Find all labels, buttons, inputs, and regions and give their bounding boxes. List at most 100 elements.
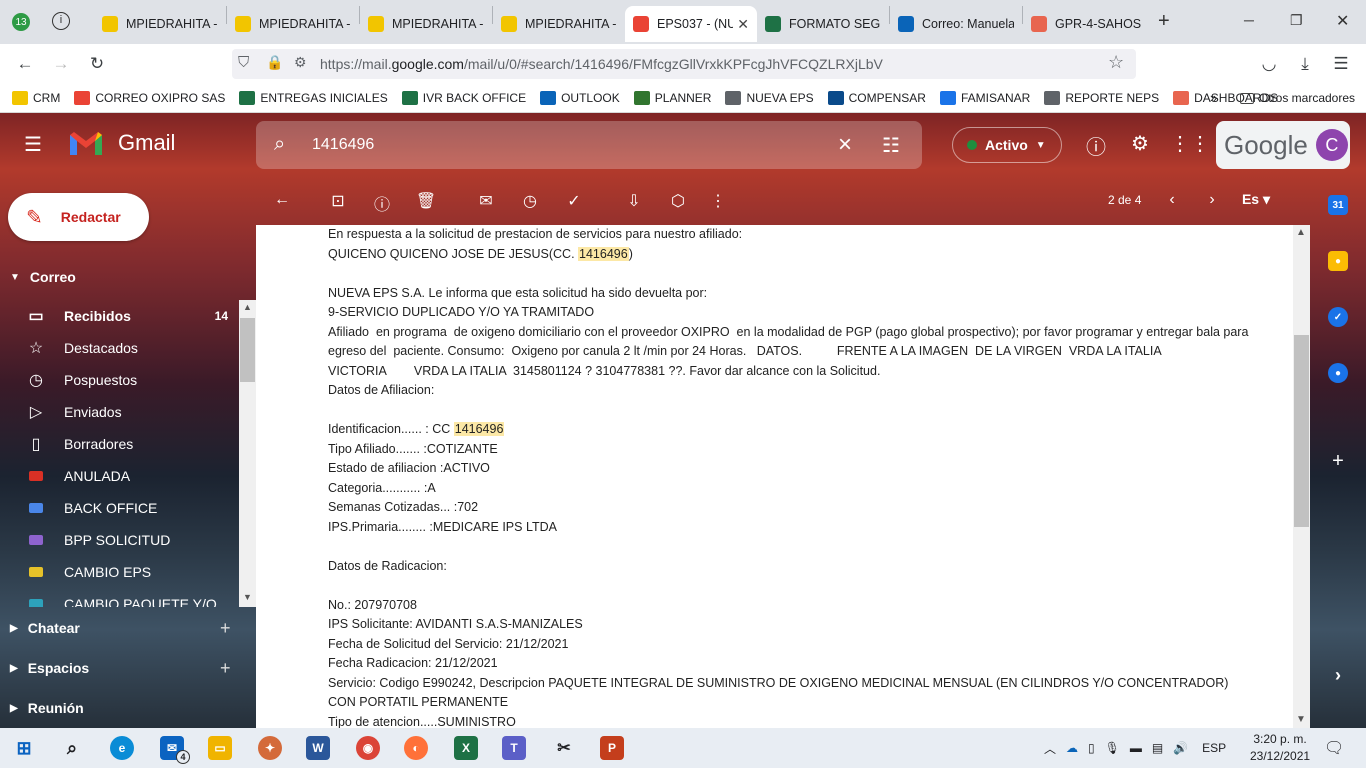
browser-tab[interactable]: GPR-4-SAHOS [1023,6,1155,42]
other-bookmarks[interactable]: Otros marcadores [1240,91,1355,105]
snooze-icon[interactable]: ◷ [518,191,542,211]
word-icon[interactable]: W [306,736,330,760]
file-explorer-icon[interactable]: ▭ [208,736,232,760]
bookmark-item[interactable]: IVR BACK OFFICE [401,91,526,105]
nav-item[interactable]: ▭ Recibidos 14 [0,300,240,332]
teams-icon[interactable]: T [502,736,526,760]
close-window-button[interactable]: ✕ [1336,11,1349,31]
status-selector[interactable]: Activo ▼ [952,127,1062,163]
bookmark-item[interactable]: COMPENSAR [827,91,926,105]
new-tab-button[interactable]: + [1158,10,1170,33]
search-input[interactable] [312,136,812,154]
bookmark-star-icon[interactable]: ☆ [1108,52,1124,73]
section-mail[interactable]: ▼ Correo [10,269,76,285]
newer-icon[interactable]: ‹ [1160,191,1184,209]
clear-search-icon[interactable]: × [838,131,852,159]
older-icon[interactable]: › [1200,191,1224,209]
search-icon[interactable]: ⌕ [274,133,285,156]
bookmark-item[interactable]: ENTREGAS INICIALES [239,91,388,105]
microphone-icon[interactable]: 🎙 [1105,741,1120,755]
clock[interactable]: 3:20 p. m. 23/12/2021 [1250,731,1310,765]
label-item[interactable]: BACK OFFICE [0,492,240,524]
browser-tab[interactable]: MPIEDRAHITA - [94,6,226,42]
language-indicator[interactable]: ESP [1202,741,1226,755]
help-icon[interactable]: ⓘ [1082,131,1110,160]
delete-icon[interactable]: 🗑 [414,191,438,211]
account-switcher[interactable]: Google C [1216,121,1350,169]
calendar-icon[interactable]: 31 [1328,195,1348,215]
url-text[interactable]: https://mail.google.com/mail/u/0/#search… [320,56,883,72]
browser-tab[interactable]: MPIEDRAHITA - [227,6,359,42]
close-tab-icon[interactable]: ✕ [737,16,749,33]
avatar[interactable]: C [1315,129,1348,161]
bookmark-item[interactable]: OUTLOOK [540,91,620,105]
forward-button[interactable]: → [46,44,76,84]
pocket-icon[interactable]: ◡ [1254,44,1284,84]
volume-icon[interactable]: 🔊 [1173,741,1188,755]
back-button[interactable]: ← [10,44,40,84]
edge-icon[interactable]: e [110,736,134,760]
bookmark-item[interactable]: FAMISANAR [939,91,1030,105]
add-chat-icon[interactable]: + [220,618,231,639]
compose-button[interactable]: ✎ Redactar [8,193,149,241]
app-icon[interactable]: ✦ [258,736,282,760]
label-item[interactable]: ANULADA [0,460,240,492]
label-item[interactable]: CAMBIO EPS [0,556,240,588]
browser-tab[interactable]: EPS037 - (NUE✕ [625,6,757,42]
profile-badge[interactable]: 13 [12,13,30,31]
bookmark-item[interactable]: REPORTE NEPS [1044,91,1159,105]
firefox-icon[interactable]: ◐ [404,736,428,760]
show-side-panel-icon[interactable]: › [1328,665,1348,685]
archive-icon[interactable]: ⊡ [326,191,350,211]
browser-tab[interactable]: Correo: Manuela [890,6,1022,42]
keep-icon[interactable]: ● [1328,251,1348,271]
windows-start-icon[interactable]: ⊞ [12,736,36,760]
menu-icon[interactable]: ☰ [1326,44,1356,84]
section-chat[interactable]: ▶ Chatear + [10,618,231,638]
mail-icon[interactable]: ✉ 4 [160,736,190,764]
search-box[interactable]: ⌕ × ☷ [256,121,922,169]
nav-item[interactable]: ◷ Pospuestos [0,364,240,396]
add-task-icon[interactable]: ✓ [562,191,586,211]
move-to-icon[interactable]: ⇩ [622,191,646,211]
tasks-icon[interactable]: ✓ [1328,307,1348,327]
input-tools-button[interactable]: Es ▾ [1236,191,1276,208]
apps-grid-icon[interactable]: ⋮⋮ [1170,131,1210,156]
notifications-icon[interactable]: 🗨 [1324,738,1344,758]
reload-button[interactable]: ↻ [82,44,112,84]
chrome-icon[interactable]: ◉ [356,736,380,760]
onedrive-icon[interactable]: ☁ [1066,741,1078,755]
snipping-tool-icon[interactable]: ✂ [552,736,576,760]
nav-item[interactable]: ☆ Destacados [0,332,240,364]
lock-icon[interactable]: 🔒 [266,54,283,71]
powerpoint-icon[interactable]: P [600,736,624,760]
mark-unread-icon[interactable]: ✉ [474,191,498,211]
network-icon[interactable]: ▤ [1152,741,1163,755]
power-icon[interactable]: ▬ [1130,741,1142,755]
get-addons-icon[interactable]: + [1328,450,1348,472]
chevron-up-icon[interactable]: ︿ [1044,740,1056,757]
more-bookmarks-icon[interactable]: » [1210,90,1217,105]
settings-gear-icon[interactable]: ⚙ [1126,131,1154,156]
main-menu-icon[interactable]: ☰ [24,133,48,157]
contacts-icon[interactable]: ● [1328,363,1348,383]
label-item[interactable]: BPP SOLICITUD [0,524,240,556]
section-meet[interactable]: ▶ Reunión [10,700,84,716]
browser-tab[interactable]: MPIEDRAHITA - [360,6,492,42]
restore-button[interactable]: ❐ [1290,12,1303,29]
bookmark-item[interactable]: CORREO OXIPRO SAS [74,91,225,105]
gmail-logo[interactable]: Gmail [68,129,175,157]
nav-item[interactable]: ▯ Borradores [0,428,240,460]
minimize-button[interactable]: ─ [1244,12,1254,28]
bookmark-item[interactable]: CRM [12,91,60,105]
permissions-icon[interactable]: ⚙ [294,54,307,71]
downloads-icon[interactable]: ⤓ [1290,44,1320,84]
battery-icon[interactable]: ▯ [1088,741,1095,755]
add-space-icon[interactable]: + [220,658,231,679]
excel-icon[interactable]: X [454,736,478,760]
more-options-icon[interactable]: ⋮ [706,191,730,211]
bookmark-item[interactable]: NUEVA EPS [725,91,814,105]
search-options-icon[interactable]: ☷ [882,133,900,158]
sidebar-scrollbar[interactable]: ▲ ▼ [239,300,256,607]
browser-tab[interactable]: FORMATO SEGUI [757,6,889,42]
